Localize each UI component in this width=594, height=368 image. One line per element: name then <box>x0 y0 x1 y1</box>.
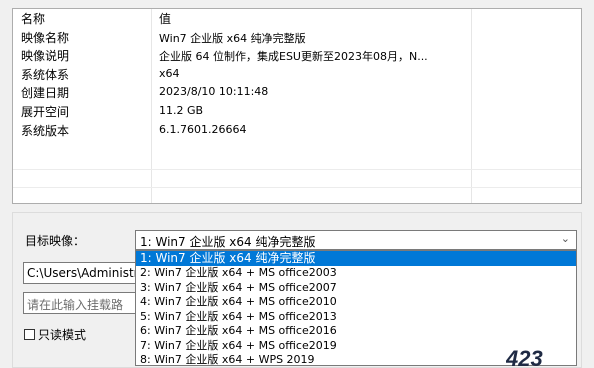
prop-value: 6.1.7601.26664 <box>159 122 247 136</box>
dropdown-option[interactable]: 6: Win7 企业版 x64 + MS office2016 <box>136 324 576 339</box>
prop-name: 映像说明 <box>21 49 70 64</box>
dropdown-option[interactable]: 3: Win7 企业版 x64 + MS office2007 <box>136 281 576 296</box>
list-header: 名称 值 <box>13 9 581 28</box>
list-item[interactable]: 映像说明 企业版 64 位制作，集成ESU更新至2023年08月，N... <box>13 46 581 65</box>
dropdown-option[interactable]: 2: Win7 企业版 x64 + MS office2003 <box>136 266 576 281</box>
target-image-value: 1: Win7 企业版 x64 纯净完整版 <box>140 235 316 249</box>
readonly-checkbox-row[interactable]: 只读模式 <box>24 326 86 343</box>
target-image-select[interactable]: 1: Win7 企业版 x64 纯净完整版 ⌄ <box>135 230 577 250</box>
path-input[interactable]: C:\Users\Administrat <box>23 262 141 284</box>
list-item[interactable]: 展开空间 11.2 GB <box>13 102 581 121</box>
mount-path-input[interactable]: 请在此输入挂载路 <box>23 292 141 314</box>
prop-name: 系统体系 <box>21 67 70 82</box>
readonly-checkbox[interactable] <box>24 329 35 340</box>
row-divider <box>13 169 581 170</box>
prop-name: 映像名称 <box>21 30 70 45</box>
prop-name: 创建日期 <box>21 86 70 101</box>
prop-name: 展开空间 <box>21 104 70 119</box>
dropdown-option[interactable]: 5: Win7 企业版 x64 + MS office2013 <box>136 310 576 325</box>
prop-value: Win7 企业版 x64 纯净完整版 <box>159 31 306 45</box>
prop-value: 企业版 64 位制作，集成ESU更新至2023年08月，N... <box>159 50 428 64</box>
site-logo: 423 <box>506 350 543 366</box>
dropdown-option[interactable]: 1: Win7 企业版 x64 纯净完整版 <box>136 251 576 266</box>
readonly-label: 只读模式 <box>38 328 87 342</box>
row-divider <box>13 187 581 188</box>
prop-value: 11.2 GB <box>159 103 204 117</box>
list-item[interactable]: 系统体系 x64 <box>13 65 581 84</box>
target-image-dropdown-list[interactable]: 1: Win7 企业版 x64 纯净完整版 2: Win7 企业版 x64 + … <box>135 250 577 366</box>
properties-list[interactable]: 名称 值 映像名称 Win7 企业版 x64 纯净完整版 映像说明 企业版 64… <box>12 8 582 204</box>
header-name: 名称 <box>21 12 46 26</box>
prop-value: 2023/8/10 10:11:48 <box>159 85 269 99</box>
header-value: 值 <box>159 12 172 26</box>
prop-value: x64 <box>159 66 180 80</box>
list-item[interactable]: 系统版本 6.1.7601.26664 <box>13 121 581 140</box>
target-image-label: 目标映像： <box>25 234 86 248</box>
dropdown-option[interactable]: 4: Win7 企业版 x64 + MS office2010 <box>136 295 576 310</box>
prop-name: 系统版本 <box>21 123 70 138</box>
list-item[interactable]: 映像名称 Win7 企业版 x64 纯净完整版 <box>13 28 581 47</box>
mount-path-placeholder: 请在此输入挂载路 <box>27 298 124 312</box>
list-item[interactable]: 创建日期 2023/8/10 10:11:48 <box>13 83 581 102</box>
path-value: C:\Users\Administrat <box>27 266 141 280</box>
logo-text: 423 <box>506 350 543 366</box>
chevron-down-icon[interactable]: ⌄ <box>561 232 570 245</box>
